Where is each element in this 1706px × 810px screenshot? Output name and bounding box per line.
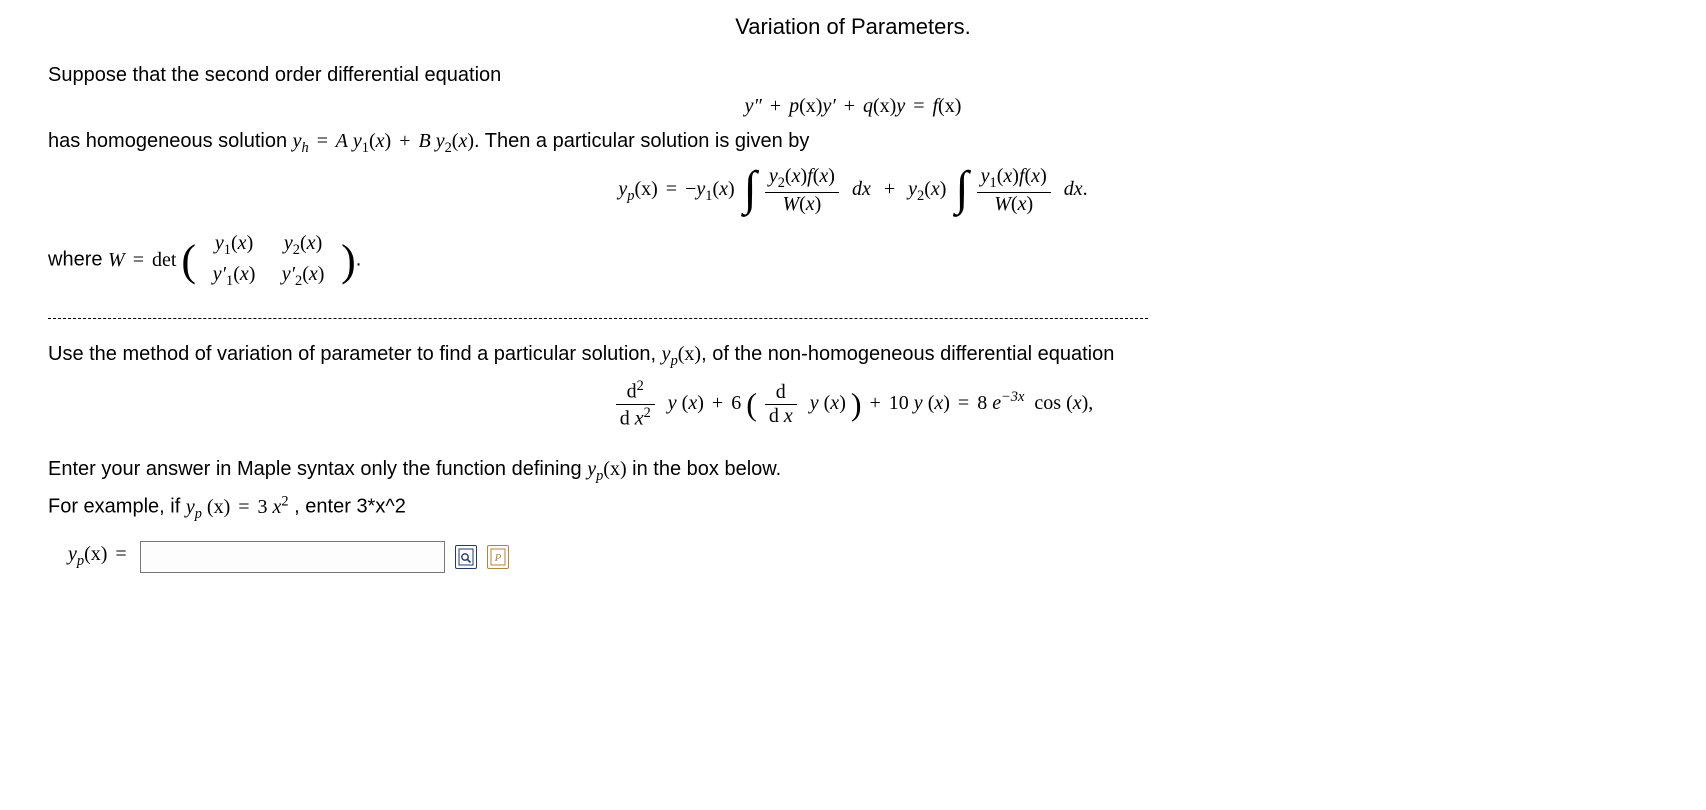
answer-input[interactable] <box>140 541 445 573</box>
equation-help-icon[interactable]: P <box>487 545 509 569</box>
intro-text: Suppose that the second order differenti… <box>48 64 1658 87</box>
instruction-example: For example, if yp (x) = 3 x2 , enter 3*… <box>48 493 1658 523</box>
ode-equation: y″ + p(x)y′ + q(x)y = f(x) <box>48 95 1658 118</box>
answer-label: yp(x) = <box>68 543 130 570</box>
task-prompt: Use the method of variation of parameter… <box>48 343 1658 370</box>
preview-icon[interactable] <box>455 545 477 569</box>
task-ode: d2 d x2 y (x) + 6 ( d d x y (x) ) + 10 y… <box>48 378 1658 430</box>
instruction-enter: Enter your answer in Maple syntax only t… <box>48 458 1658 485</box>
page-title: Variation of Parameters. <box>48 14 1658 40</box>
divider <box>48 318 1148 319</box>
answer-row: yp(x) = P <box>68 541 1658 573</box>
homogeneous-line: has homogeneous solution yh = A y1(x) + … <box>48 130 1658 157</box>
svg-text:P: P <box>493 552 501 564</box>
wronskian-line: where W = det ( y1(x) y2(x) y′1(x) y′2(x… <box>48 228 1658 294</box>
yp-formula: yp(x) = −y1(x) ∫ y2(x)f(x) W(x) dx + y2(… <box>48 165 1658 216</box>
